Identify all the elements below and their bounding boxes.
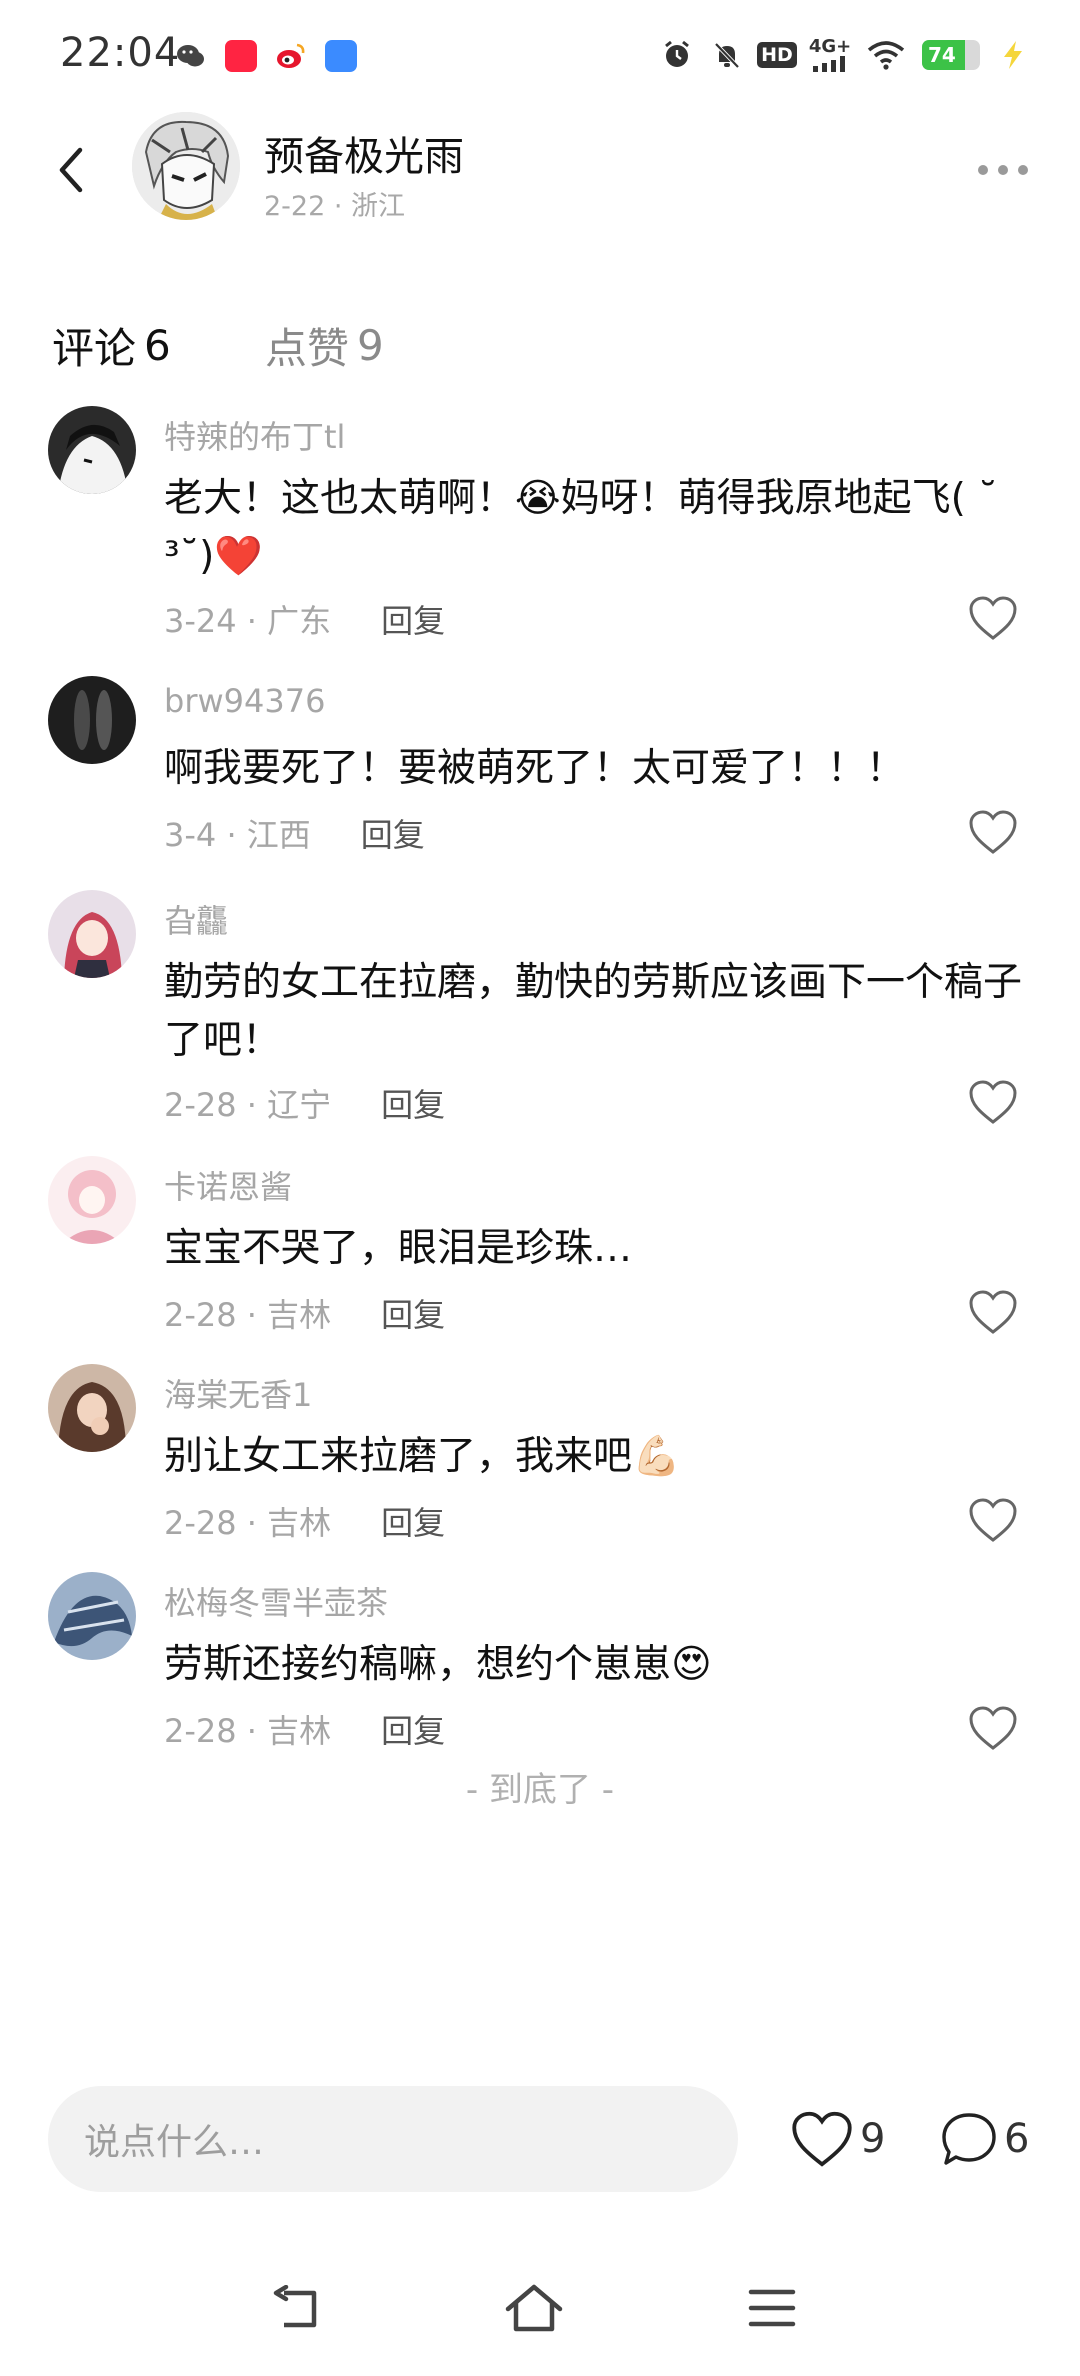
- comment-date-location: 2-28 · 吉林: [164, 1712, 332, 1750]
- comment-date-location: 2-28 · 吉林: [164, 1504, 332, 1542]
- comment-meta: 2-28 · 吉林 回复: [164, 1498, 445, 1544]
- nav-home-button[interactable]: [504, 2278, 564, 2338]
- reply-button[interactable]: 回复: [381, 1498, 445, 1544]
- system-status-icons: HD 4G+ 74: [660, 38, 1030, 72]
- comment-like-button[interactable]: [964, 1494, 1022, 1546]
- wechat-icon: [175, 40, 207, 72]
- app-icon: [325, 40, 357, 72]
- comment-date-location: 3-24 · 广东: [164, 602, 332, 640]
- commenter-avatar[interactable]: [48, 1572, 136, 1660]
- back-button[interactable]: [48, 140, 94, 200]
- menu-icon: [748, 2289, 796, 2327]
- hd-icon: HD: [757, 38, 797, 72]
- reply-button[interactable]: 回复: [381, 1080, 445, 1126]
- reply-button[interactable]: 回复: [361, 810, 425, 856]
- commenter-avatar[interactable]: [48, 676, 136, 764]
- comment-text: 老大！这也太萌啊！😭妈呀！萌得我原地起飞( ˘ ³˘)❤️: [164, 476, 998, 579]
- comment-text: 劳斯还接约稿嘛，想约个崽崽😍: [164, 1642, 712, 1687]
- charging-icon: [996, 38, 1030, 72]
- comment-like-button[interactable]: [964, 806, 1022, 858]
- heart-icon: [969, 1080, 1017, 1124]
- notification-icons: [175, 40, 357, 72]
- comment-meta: 2-28 · 吉林 回复: [164, 1706, 445, 1752]
- comment-like-button[interactable]: [964, 1702, 1022, 1754]
- tab-comments[interactable]: 评论 6: [50, 310, 171, 380]
- comment-text: 宝宝不哭了，眼泪是珍珠…: [164, 1226, 633, 1271]
- comment-date-location: 2-28 · 吉林: [164, 1296, 332, 1334]
- comment-meta: 3-24 · 广东 回复: [164, 596, 445, 642]
- weibo-icon: [275, 40, 307, 72]
- comment-date-location: 3-4 · 江西: [164, 816, 311, 854]
- mute-bell-icon: [710, 38, 744, 72]
- author-name[interactable]: 预备极光雨: [264, 124, 464, 182]
- comment-like-button[interactable]: [964, 1286, 1022, 1338]
- commenter-name[interactable]: brw94376: [164, 682, 325, 720]
- tab-likes-count: 9: [357, 320, 384, 370]
- tab-comments-label: 评论: [52, 323, 137, 373]
- comment-meta: 3-4 · 江西 回复: [164, 810, 425, 856]
- signal-icon: 4G+: [809, 38, 851, 72]
- reply-button[interactable]: 回复: [381, 596, 445, 642]
- comment-bubble-icon: [942, 2113, 996, 2165]
- return-icon: [273, 2285, 317, 2328]
- comment-meta: 2-28 · 吉林 回复: [164, 1290, 445, 1336]
- like-count: 9: [860, 2116, 886, 2162]
- heart-icon: [969, 1290, 1017, 1334]
- author-avatar[interactable]: [132, 112, 240, 220]
- commenter-name[interactable]: 特辣的布丁tl: [164, 412, 345, 458]
- comment-input[interactable]: 说点什么…: [48, 2086, 738, 2192]
- tab-likes[interactable]: 点赞 9: [265, 310, 384, 380]
- comment-like-button[interactable]: [964, 592, 1022, 644]
- heart-icon: [969, 1498, 1017, 1542]
- status-bar: 22:04 HD 4G+ 74: [0, 0, 1080, 110]
- commenter-name[interactable]: 松梅冬雪半壶茶: [164, 1578, 388, 1624]
- like-button[interactable]: 9: [790, 2110, 885, 2168]
- commenter-avatar[interactable]: [48, 1156, 136, 1244]
- comment-like-button[interactable]: [964, 1076, 1022, 1128]
- commenter-avatar[interactable]: [48, 890, 136, 978]
- commenter-avatar[interactable]: [48, 1364, 136, 1452]
- tab-comments-count: 6: [144, 320, 171, 370]
- status-time: 22:04: [60, 30, 181, 76]
- more-icon: [978, 165, 1028, 175]
- comment-meta: 2-28 · 辽宁 回复: [164, 1080, 445, 1126]
- heart-icon: [969, 1706, 1017, 1750]
- heart-icon: [969, 596, 1017, 640]
- comment-text: 啊我要死了！要被萌死了！太可爱了！！！: [164, 746, 906, 791]
- alarm-icon: [660, 38, 694, 72]
- comment-text: 勤劳的女工在拉磨，勤快的劳斯应该画下一个稿子了吧！: [164, 960, 1023, 1063]
- nav-back-button[interactable]: [268, 2278, 328, 2338]
- reply-button[interactable]: 回复: [381, 1706, 445, 1752]
- nav-menu-button[interactable]: [742, 2278, 802, 2338]
- tab-likes-label: 点赞: [265, 323, 350, 373]
- reply-button[interactable]: 回复: [381, 1290, 445, 1336]
- heart-icon: [792, 2111, 852, 2167]
- wifi-icon: [866, 38, 906, 72]
- commenter-name[interactable]: 海棠无香1: [164, 1370, 312, 1416]
- commenter-name[interactable]: 卡诺恩酱: [164, 1162, 292, 1208]
- comment-button[interactable]: 6: [940, 2110, 1029, 2168]
- commenter-avatar[interactable]: [48, 406, 136, 494]
- end-of-list-text: - 到底了 -: [465, 1770, 615, 1810]
- back-arrow-icon: [59, 147, 83, 193]
- comment-count: 6: [1004, 2116, 1030, 2162]
- commenter-name[interactable]: 旮龘: [164, 896, 228, 942]
- author-meta: 2-22 · 浙江: [264, 191, 406, 222]
- comment-date-location: 2-28 · 辽宁: [164, 1086, 332, 1124]
- xiaohongshu-icon: [225, 40, 257, 72]
- battery-icon: 74: [922, 40, 980, 70]
- comment-input-placeholder: 说点什么…: [84, 2122, 265, 2163]
- more-options-button[interactable]: [974, 150, 1032, 190]
- comment-text: 别让女工来拉磨了，我来吧💪🏻: [164, 1434, 681, 1479]
- home-icon: [505, 2284, 563, 2332]
- heart-icon: [969, 810, 1017, 854]
